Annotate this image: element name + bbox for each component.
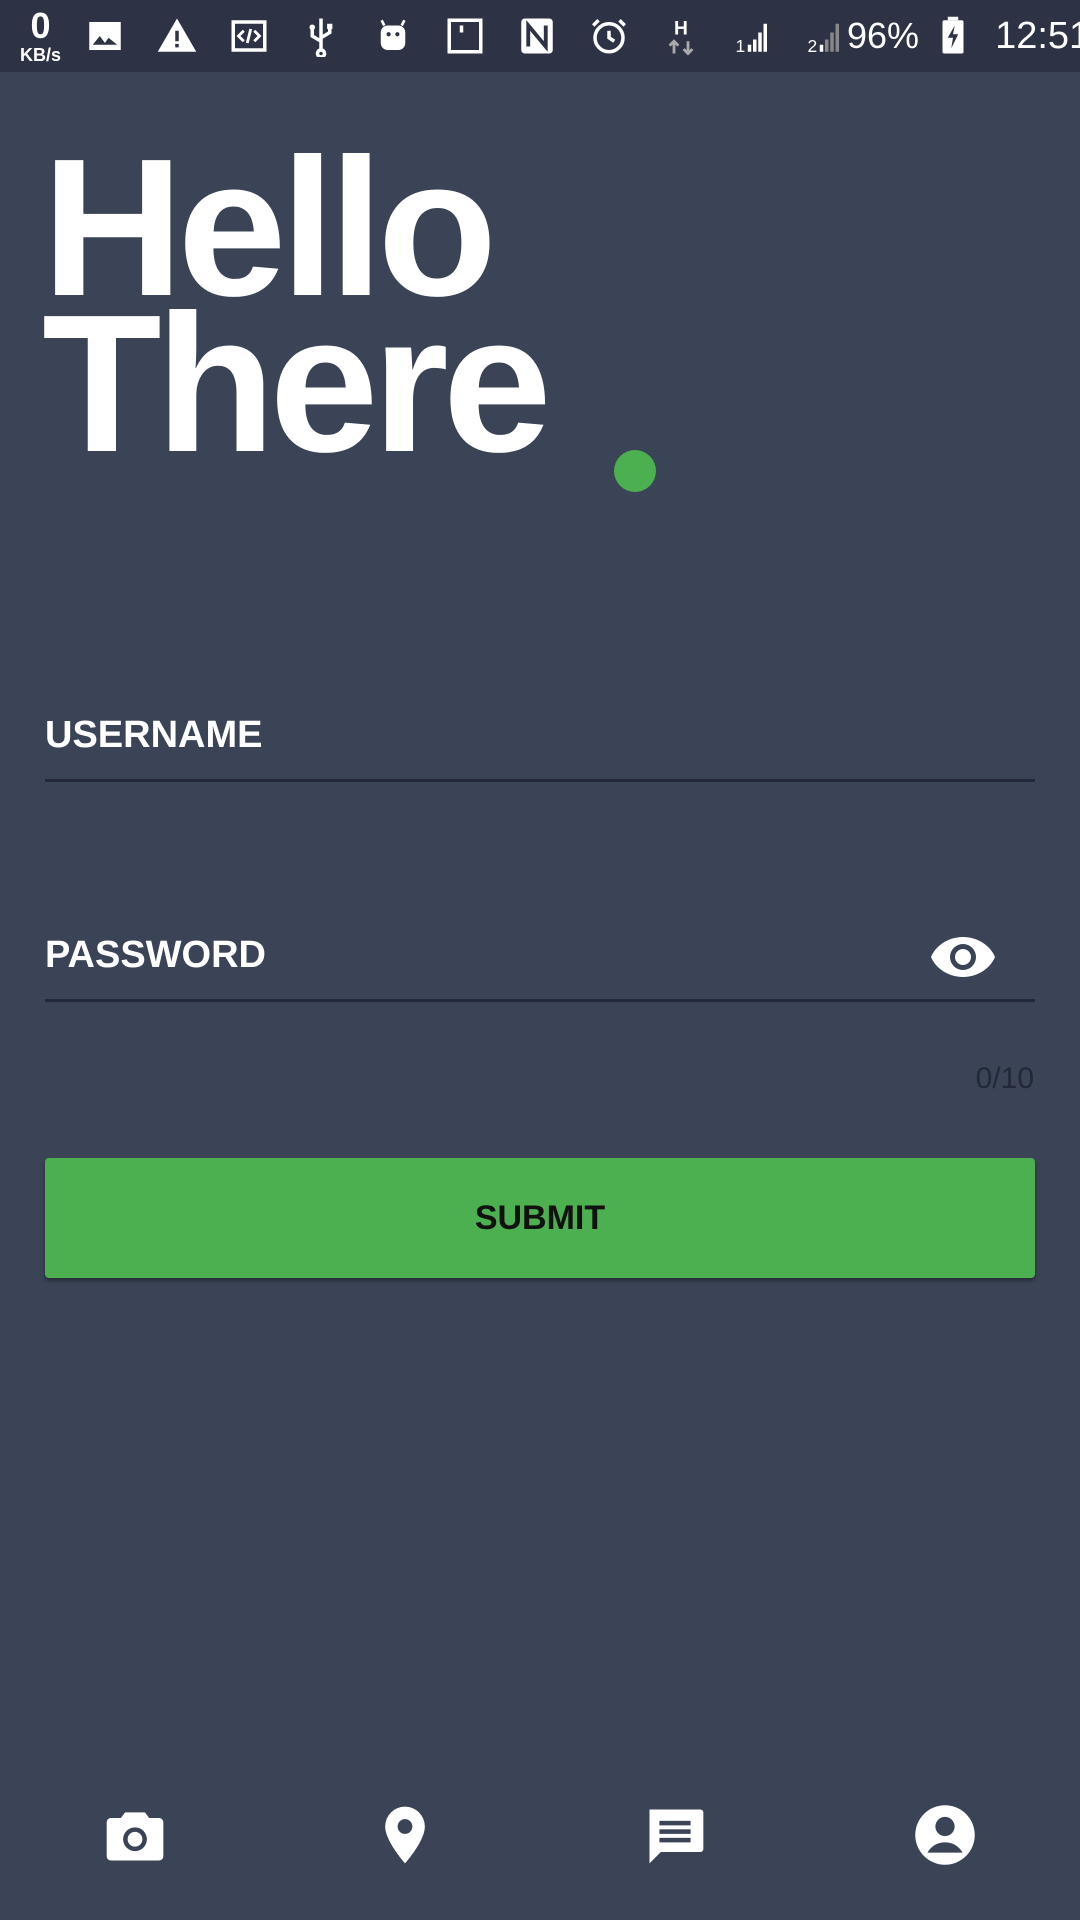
account-icon xyxy=(915,1805,975,1865)
hero-line-2: There xyxy=(42,274,552,493)
camera-icon xyxy=(106,1812,164,1861)
eye-icon xyxy=(931,937,995,977)
android-icon xyxy=(371,14,415,58)
bottom-navigation xyxy=(0,1770,1080,1900)
signal-1-icon: 1 xyxy=(731,14,775,58)
submit-button[interactable]: SUBMIT xyxy=(45,1158,1035,1278)
status-right: 96% 12:51 xyxy=(847,14,1080,58)
network-speed: 0 KB/s xyxy=(20,5,62,65)
sim-icon xyxy=(443,14,487,58)
login-screen: 0 KB/s H 1 2 96% 12:51 Hello There USERN… xyxy=(0,0,1080,1920)
battery-charging-icon xyxy=(931,14,975,58)
notification-icons: H 1 2 xyxy=(83,14,847,58)
message-icon xyxy=(649,1809,704,1864)
username-field xyxy=(45,692,1035,782)
toggle-password-visibility-button[interactable] xyxy=(927,930,999,984)
warning-icon xyxy=(155,14,199,58)
nav-account[interactable] xyxy=(885,1775,1005,1895)
image-icon xyxy=(83,14,127,58)
alarm-icon xyxy=(587,14,631,58)
accent-dot xyxy=(614,450,656,492)
username-input[interactable] xyxy=(45,692,1035,779)
h-data-icon: H xyxy=(659,14,703,58)
nav-camera[interactable] xyxy=(75,1775,195,1895)
nav-location[interactable] xyxy=(345,1775,465,1895)
nav-messages[interactable] xyxy=(615,1775,735,1895)
password-input[interactable] xyxy=(45,912,1035,999)
hero-heading: Hello There xyxy=(42,130,552,493)
location-icon xyxy=(385,1806,425,1864)
status-bar: 0 KB/s H 1 2 96% 12:51 xyxy=(0,0,1080,72)
code-icon xyxy=(227,14,271,58)
network-speed-unit: KB/s xyxy=(20,45,62,65)
battery-percent: 96% xyxy=(847,15,920,56)
password-char-counter: 0/10 xyxy=(975,1062,1034,1095)
svg-text:1: 1 xyxy=(736,36,746,56)
network-speed-value: 0 xyxy=(30,5,51,46)
clock: 12:51 xyxy=(995,14,1080,57)
password-field xyxy=(45,912,1035,1002)
svg-text:H: H xyxy=(674,18,688,39)
usb-icon xyxy=(299,14,343,58)
nfc-icon xyxy=(515,14,559,58)
signal-2-icon: 2 xyxy=(803,14,847,58)
svg-text:2: 2 xyxy=(808,36,818,56)
